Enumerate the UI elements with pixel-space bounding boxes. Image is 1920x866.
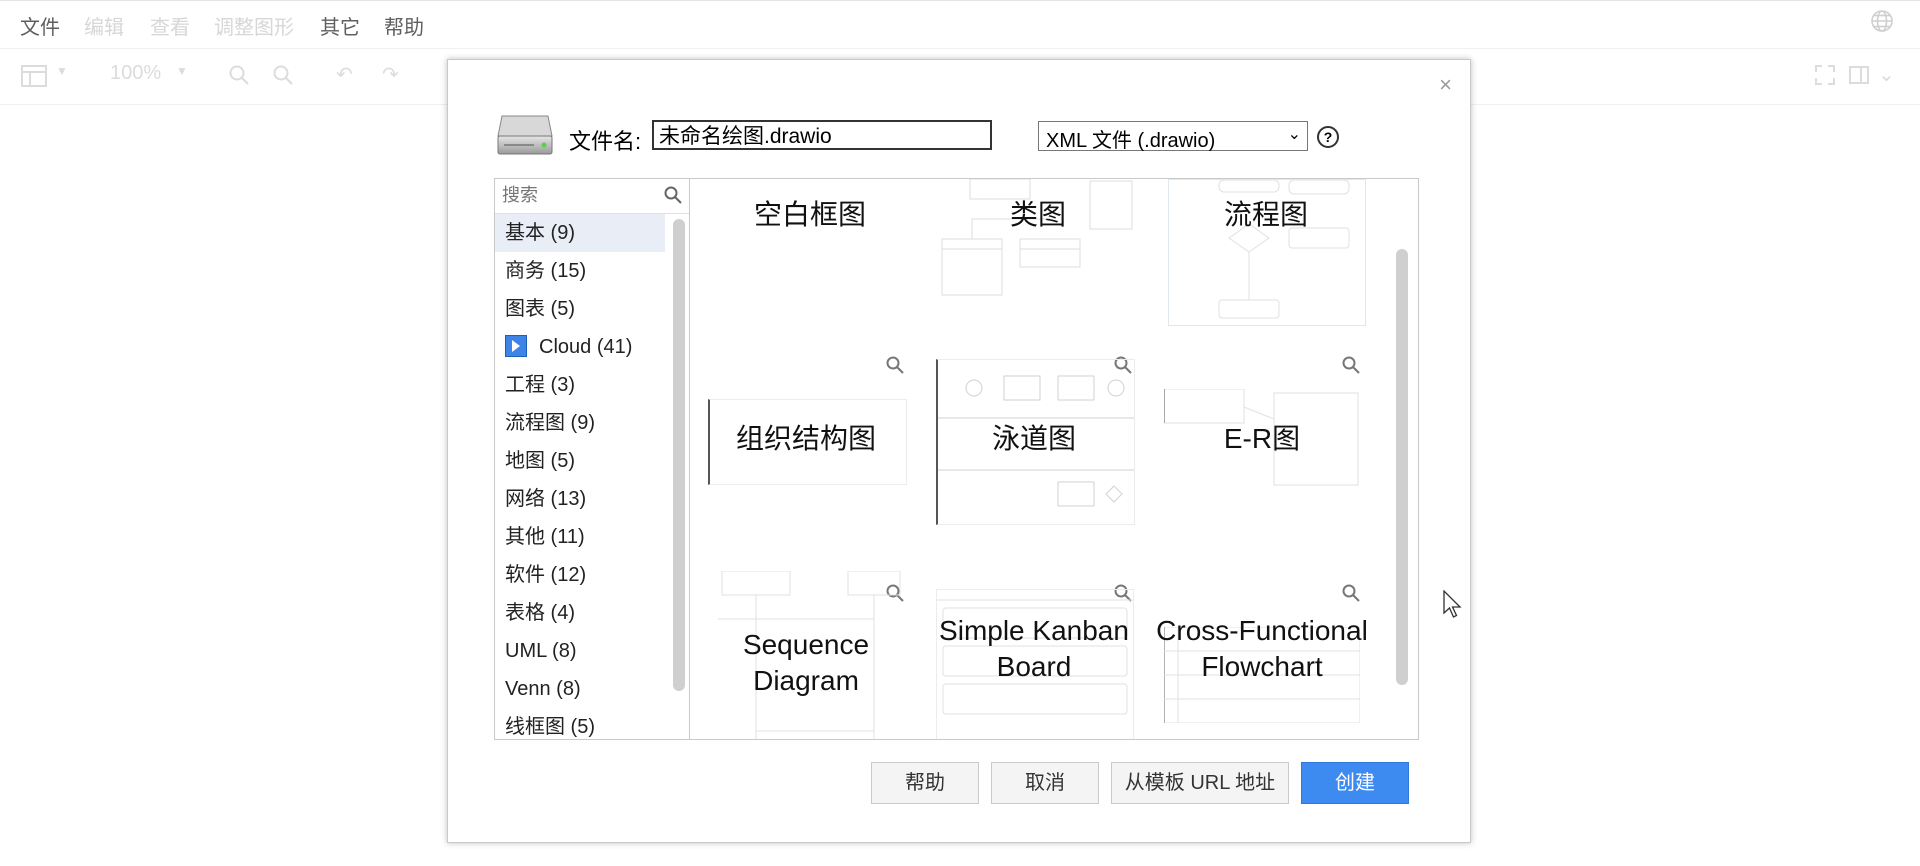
help-icon[interactable]: ? bbox=[1317, 126, 1339, 148]
category-item[interactable]: 图表 (5) bbox=[495, 290, 665, 328]
template-swimlane[interactable]: 泳道图 bbox=[926, 359, 1142, 529]
cancel-button[interactable]: 取消 bbox=[991, 762, 1099, 804]
filename-input[interactable] bbox=[652, 120, 992, 150]
preview-magnifier-icon[interactable] bbox=[1341, 583, 1361, 603]
template-title: Cross-Functional Flowchart bbox=[1156, 615, 1368, 682]
category-item[interactable]: 地图 (5) bbox=[495, 442, 665, 480]
create-button[interactable]: 创建 bbox=[1301, 762, 1409, 804]
new-diagram-dialog: × 文件名: XML 文件 (.drawio) ⌄ ? 基本 (9) 商务 (1… bbox=[447, 59, 1471, 843]
preview-magnifier-icon[interactable] bbox=[885, 355, 905, 375]
category-scrollbar[interactable] bbox=[673, 219, 685, 691]
menubar: 文件 编辑 查看 调整图形 其它 帮助 bbox=[0, 0, 1920, 49]
format-panel-icon[interactable] bbox=[20, 64, 48, 88]
chevron-down-icon: ⌄ bbox=[1287, 126, 1301, 143]
template-class-diagram[interactable]: 类图 bbox=[930, 179, 1146, 329]
template-title: Sequence Diagram bbox=[742, 629, 870, 696]
category-item[interactable]: 网络 (13) bbox=[495, 480, 665, 518]
globe-icon[interactable] bbox=[1870, 9, 1894, 33]
template-title: 空白框图 bbox=[753, 199, 866, 230]
search-box bbox=[495, 179, 689, 214]
template-kanban[interactable]: Simple Kanban Board bbox=[926, 589, 1142, 739]
menu-view[interactable]: 查看 bbox=[150, 11, 190, 40]
category-item[interactable]: 工程 (3) bbox=[495, 366, 665, 404]
template-title: 泳道图 bbox=[991, 423, 1076, 454]
template-scrollbar[interactable] bbox=[1396, 249, 1408, 685]
menu-help[interactable]: 帮助 bbox=[384, 11, 424, 40]
category-item[interactable]: 软件 (12) bbox=[495, 556, 665, 594]
collapse-icon[interactable]: ⌄ bbox=[1878, 62, 1895, 87]
file-type-select[interactable]: XML 文件 (.drawio) ⌄ bbox=[1038, 121, 1308, 152]
mouse-cursor-icon bbox=[1443, 590, 1462, 618]
template-org-chart[interactable]: 组织结构图 bbox=[698, 399, 914, 529]
template-blank[interactable]: 空白框图 bbox=[702, 179, 918, 329]
category-list: 基本 (9) 商务 (15) 图表 (5) Cloud (41) 工程 (3) … bbox=[495, 214, 665, 739]
template-sequence-diagram[interactable]: Sequence Diagram bbox=[698, 571, 914, 739]
menu-edit[interactable]: 编辑 bbox=[84, 11, 124, 40]
template-flowchart[interactable]: 流程图 bbox=[1158, 179, 1374, 329]
cloud-icon bbox=[505, 334, 527, 357]
help-button[interactable]: 帮助 bbox=[871, 762, 979, 804]
undo-icon[interactable]: ↶ bbox=[336, 62, 353, 87]
category-item[interactable]: 表格 (4) bbox=[495, 594, 665, 632]
fullscreen-icon[interactable] bbox=[1814, 64, 1836, 86]
menu-arrange[interactable]: 调整图形 bbox=[214, 11, 294, 40]
zoom-level[interactable]: 100% bbox=[110, 62, 161, 85]
template-title: Simple Kanban Board bbox=[939, 615, 1129, 682]
file-type-value: XML 文件 (.drawio) bbox=[1046, 130, 1216, 152]
category-item-cloud[interactable]: Cloud (41) bbox=[495, 328, 665, 366]
template-title: 类图 bbox=[1009, 199, 1066, 230]
disk-icon bbox=[497, 115, 553, 155]
chevron-down-icon[interactable]: ▼ bbox=[176, 64, 188, 78]
category-item[interactable]: 基本 (9) bbox=[495, 214, 665, 252]
filename-label: 文件名: bbox=[569, 129, 642, 154]
category-item[interactable]: UML (8) bbox=[495, 632, 665, 670]
menu-file[interactable]: 文件 bbox=[20, 11, 60, 40]
category-panel: 基本 (9) 商务 (15) 图表 (5) Cloud (41) 工程 (3) … bbox=[494, 178, 690, 740]
category-label: Cloud (41) bbox=[539, 336, 633, 358]
close-icon[interactable]: × bbox=[1439, 72, 1452, 98]
search-icon[interactable] bbox=[663, 185, 683, 205]
chevron-down-icon[interactable]: ▼ bbox=[56, 64, 68, 78]
preview-magnifier-icon[interactable] bbox=[1341, 355, 1361, 375]
template-grid: 空白框图 类图 流程图 组织结构图 泳道图 E-R图 Sequence Diag… bbox=[689, 178, 1419, 740]
zoom-out-icon[interactable] bbox=[272, 64, 294, 86]
category-item[interactable]: 商务 (15) bbox=[495, 252, 665, 290]
sidebar-toggle-icon[interactable] bbox=[1848, 64, 1870, 86]
category-item[interactable]: 流程图 (9) bbox=[495, 404, 665, 442]
category-item[interactable]: 其他 (11) bbox=[495, 518, 665, 556]
template-title: 流程图 bbox=[1223, 199, 1308, 230]
template-cross-functional[interactable]: Cross-Functional Flowchart bbox=[1154, 615, 1370, 739]
template-title: E-R图 bbox=[1223, 423, 1301, 454]
category-item[interactable]: 线框图 (5) bbox=[495, 708, 665, 739]
search-input[interactable] bbox=[500, 184, 659, 207]
template-er-diagram[interactable]: E-R图 bbox=[1154, 389, 1370, 519]
category-item[interactable]: Venn (8) bbox=[495, 670, 665, 708]
redo-icon[interactable]: ↷ bbox=[382, 62, 399, 87]
template-title: 组织结构图 bbox=[735, 423, 876, 454]
menu-extras[interactable]: 其它 bbox=[320, 11, 360, 40]
zoom-in-icon[interactable] bbox=[228, 64, 250, 86]
from-template-url-button[interactable]: 从模板 URL 地址 bbox=[1111, 762, 1289, 804]
